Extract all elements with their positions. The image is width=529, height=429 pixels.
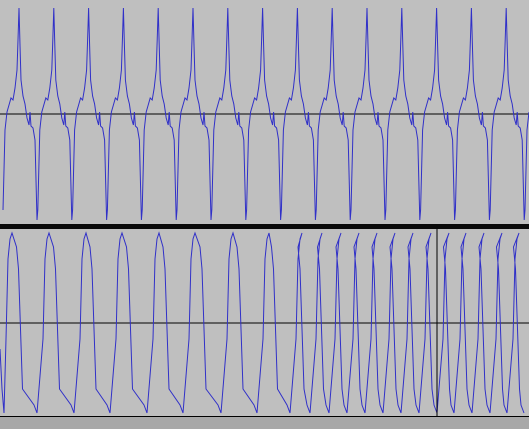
audio-track-2[interactable]: [0, 229, 529, 416]
waveform-track-2[interactable]: [0, 229, 529, 416]
waveform-track-1[interactable]: [0, 0, 529, 224]
waveform-editor: [0, 0, 529, 429]
horizontal-scrollbar[interactable]: [0, 416, 529, 429]
audio-track-1[interactable]: [0, 0, 529, 224]
